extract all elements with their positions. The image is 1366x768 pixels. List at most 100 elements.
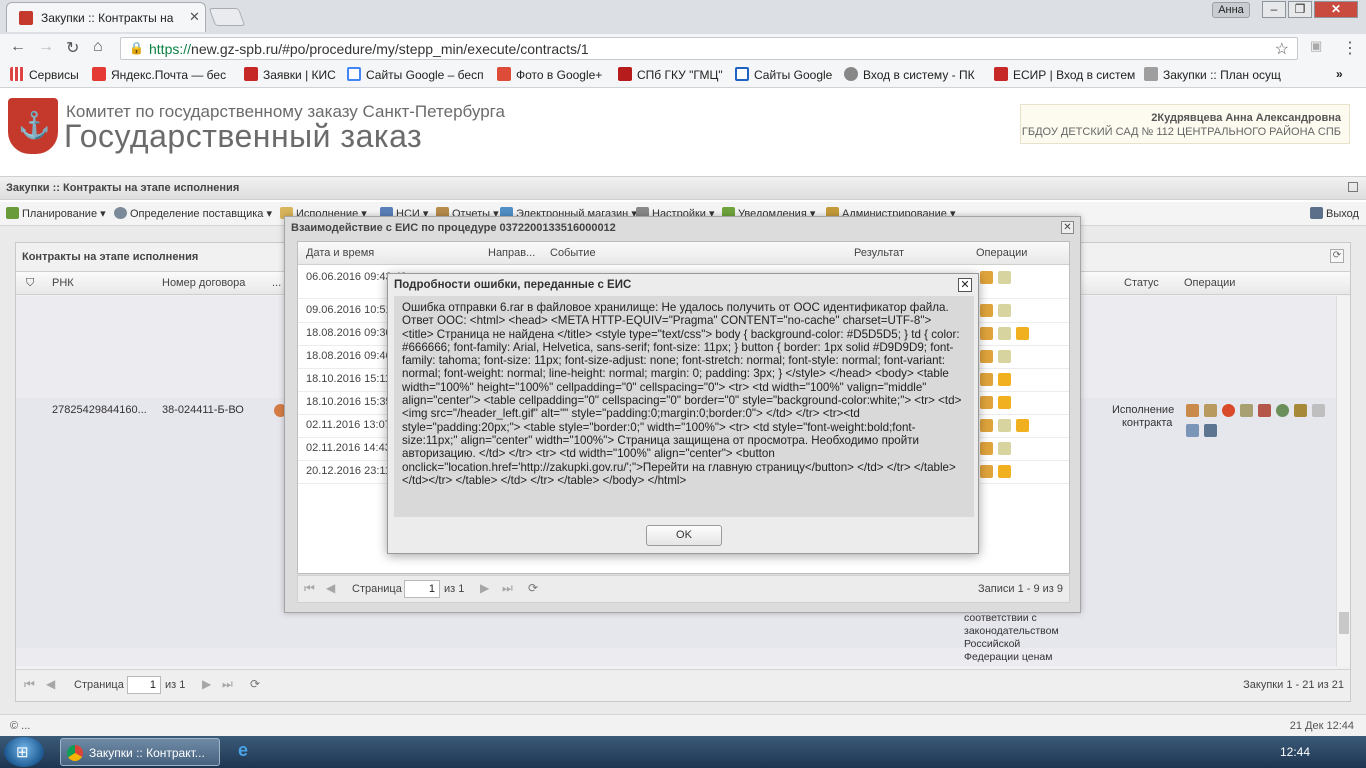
bookmark-services[interactable]: Сервисы bbox=[10, 67, 79, 82]
eis-row-date: 09.06.2016 10:51 bbox=[306, 304, 392, 316]
package-icon[interactable] bbox=[980, 304, 993, 317]
profile-chip[interactable]: Анна bbox=[1212, 2, 1250, 18]
back-icon[interactable]: ← bbox=[10, 38, 26, 56]
warning-icon[interactable] bbox=[998, 465, 1011, 478]
grid-refresh-icon[interactable]: ⟳ bbox=[1330, 249, 1344, 263]
stop-icon[interactable] bbox=[1222, 404, 1235, 417]
bookmark-star-icon[interactable]: ☆ bbox=[1275, 39, 1289, 59]
bookmark-google-photos[interactable]: Фото в Google+ bbox=[497, 67, 602, 82]
gear-icon[interactable] bbox=[1276, 404, 1289, 417]
refresh-icon[interactable]: ⟳ bbox=[528, 581, 538, 595]
doc-icon[interactable] bbox=[998, 442, 1011, 455]
bookmark-google-sites[interactable]: Сайты Google – бесп bbox=[347, 67, 484, 82]
bookmark-gmc[interactable]: СПб ГКУ "ГМЦ" bbox=[618, 67, 723, 82]
address-bar[interactable]: 🔒 https://new.gz-spb.ru/#po/procedure/my… bbox=[120, 37, 1298, 60]
last-page-icon[interactable]: ⏭ bbox=[502, 581, 513, 596]
browser-tab[interactable]: Закупки :: Контракты на ✕ bbox=[6, 2, 206, 32]
refresh-icon[interactable]: ⟳ bbox=[250, 677, 260, 691]
prev-page-icon[interactable]: ◀ bbox=[326, 581, 335, 595]
page-input[interactable]: 1 bbox=[404, 580, 440, 598]
col-eis-operations[interactable]: Операции bbox=[976, 247, 1027, 259]
package-icon[interactable] bbox=[980, 396, 993, 409]
bookmark-yandex-mail[interactable]: Яндекс.Почта — бес bbox=[92, 67, 226, 82]
col-result[interactable]: Результат bbox=[854, 247, 904, 259]
new-tab-button[interactable] bbox=[208, 8, 246, 26]
prev-page-icon[interactable]: ◀ bbox=[46, 677, 55, 691]
bookmark-google-sites-2[interactable]: Сайты Google bbox=[735, 67, 832, 82]
reload-icon[interactable]: ↻ bbox=[66, 38, 79, 58]
scroll-icon[interactable] bbox=[1294, 404, 1307, 417]
tab-close-icon[interactable]: ✕ bbox=[189, 9, 200, 25]
overflow-text-2: законодательством bbox=[964, 625, 1059, 637]
page-label: Страница bbox=[74, 679, 124, 691]
start-button[interactable]: ⊞ bbox=[4, 737, 44, 767]
col-status[interactable]: Статус bbox=[1124, 277, 1159, 289]
exit-button[interactable]: Выход bbox=[1310, 207, 1359, 220]
taskbar-chrome-window[interactable]: Закупки :: Контракт... bbox=[60, 738, 220, 766]
col-datetime[interactable]: Дата и время bbox=[306, 247, 374, 259]
extension-icon[interactable]: ▣ bbox=[1310, 38, 1322, 54]
bookmarks-more[interactable]: » bbox=[1336, 67, 1343, 81]
package-icon[interactable] bbox=[980, 271, 993, 284]
last-page-icon[interactable]: ⏭ bbox=[222, 677, 233, 692]
col-more[interactable]: ... bbox=[272, 277, 281, 289]
bookmark-esir[interactable]: ЕСИР | Вход в систем bbox=[994, 67, 1135, 82]
arrow-doc-icon[interactable] bbox=[1204, 404, 1217, 417]
bookmark-kis[interactable]: Заявки | КИС bbox=[244, 67, 336, 82]
doc-icon[interactable] bbox=[998, 419, 1011, 432]
col-event[interactable]: Событие bbox=[550, 247, 596, 259]
warning-icon[interactable] bbox=[1016, 327, 1029, 340]
maximize-button[interactable]: ❐ bbox=[1288, 1, 1312, 18]
warning-icon[interactable] bbox=[998, 373, 1011, 386]
window-close-button[interactable]: ✕ bbox=[1314, 1, 1358, 18]
doc-icon[interactable] bbox=[998, 271, 1011, 284]
next-page-icon[interactable]: ▶ bbox=[480, 581, 489, 595]
package-icon[interactable] bbox=[980, 373, 993, 386]
collapse-icon[interactable] bbox=[1348, 182, 1358, 192]
doc-icon[interactable] bbox=[998, 327, 1011, 340]
forward-icon[interactable]: → bbox=[38, 38, 54, 56]
overflow-text-3: Российской bbox=[964, 638, 1021, 650]
eis-row-date: 18.10.2016 15:11 bbox=[306, 373, 391, 385]
package-icon[interactable] bbox=[980, 419, 993, 432]
taskbar-clock[interactable]: 12:44 bbox=[1280, 745, 1310, 759]
package-icon[interactable] bbox=[980, 350, 993, 363]
minimize-button[interactable]: – bbox=[1262, 1, 1286, 18]
bookmark-login-pk[interactable]: Вход в систему - ПК bbox=[844, 67, 975, 82]
page-icon[interactable] bbox=[1186, 424, 1199, 437]
home-icon[interactable]: ⌂ bbox=[93, 38, 103, 56]
first-page-icon[interactable]: ⏮ bbox=[304, 581, 315, 596]
list-doc-icon[interactable] bbox=[1312, 404, 1325, 417]
edit-doc-icon[interactable] bbox=[1240, 404, 1253, 417]
col-rnk[interactable]: РНК bbox=[52, 277, 74, 289]
next-page-icon[interactable]: ▶ bbox=[202, 677, 211, 691]
grid-scrollbar[interactable] bbox=[1336, 296, 1350, 666]
emblem-icon[interactable] bbox=[1258, 404, 1271, 417]
error-dialog-close-icon[interactable]: ✕ bbox=[958, 278, 972, 292]
first-page-icon[interactable]: ⏮ bbox=[24, 677, 35, 692]
package-icon[interactable] bbox=[980, 465, 993, 478]
package-icon[interactable] bbox=[980, 442, 993, 455]
filter-icon[interactable]: ⛉ bbox=[26, 277, 34, 290]
doc-icon[interactable] bbox=[998, 304, 1011, 317]
bookmark-plan[interactable]: Закупки :: План осущ bbox=[1144, 67, 1281, 82]
col-contract-number[interactable]: Номер договора bbox=[162, 277, 245, 289]
eis-dialog-close-icon[interactable]: ✕ bbox=[1061, 221, 1074, 234]
package-icon[interactable] bbox=[980, 327, 993, 340]
menu-icon[interactable]: ⋮ bbox=[1342, 38, 1358, 58]
warning-icon[interactable] bbox=[1016, 419, 1029, 432]
stack-icon[interactable] bbox=[1204, 424, 1217, 437]
eis-row-date: 02.11.2016 14:43 bbox=[306, 442, 391, 454]
document-icon[interactable] bbox=[1186, 404, 1199, 417]
doc-icon[interactable] bbox=[998, 350, 1011, 363]
scroll-thumb[interactable] bbox=[1339, 612, 1349, 634]
col-direction[interactable]: Направ... bbox=[488, 247, 535, 259]
internet-explorer-icon[interactable]: e bbox=[232, 740, 254, 762]
ok-button[interactable]: OK bbox=[646, 525, 722, 546]
menu-supplier[interactable]: Определение поставщика ▾ bbox=[114, 207, 272, 220]
warning-icon[interactable] bbox=[998, 396, 1011, 409]
col-operations[interactable]: Операции bbox=[1184, 277, 1235, 289]
menu-planning[interactable]: Планирование ▾ bbox=[6, 207, 106, 220]
taskbar-chrome-label: Закупки :: Контракт... bbox=[89, 746, 205, 760]
page-input[interactable]: 1 bbox=[127, 676, 161, 694]
